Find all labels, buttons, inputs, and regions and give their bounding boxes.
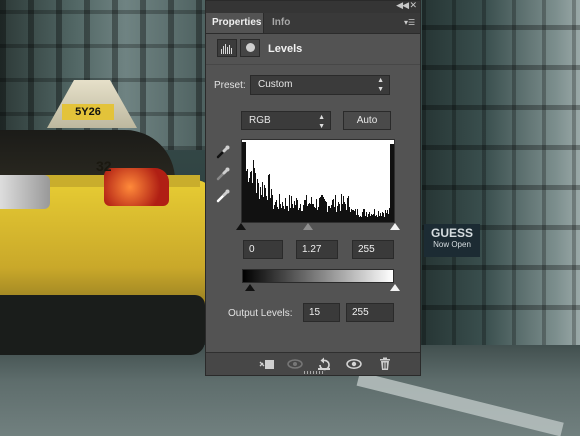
auto-button[interactable]: Auto <box>343 111 391 130</box>
output-black-field[interactable]: 15 <box>303 303 340 322</box>
output-levels-slider[interactable] <box>241 284 400 294</box>
black-output-handle[interactable] <box>245 284 255 291</box>
preset-select[interactable]: Custom ▲ ▼ <box>250 75 390 95</box>
taxi-bumper <box>0 295 205 355</box>
store-sign: GUESS Now Open <box>424 224 480 257</box>
channel-value: RGB <box>249 115 271 126</box>
tab-info[interactable]: Info <box>266 13 300 33</box>
reset-icon[interactable] <box>315 356 333 372</box>
output-levels-label: Output Levels: <box>228 308 293 319</box>
adjustment-title: Levels <box>268 43 303 55</box>
trash-icon[interactable] <box>376 356 394 372</box>
panel-menu-icon[interactable]: ▾☰ <box>404 18 416 27</box>
input-levels-slider[interactable] <box>236 223 400 233</box>
taxi-roof-plate: 5Y26 <box>62 104 114 120</box>
taxi-left-light <box>0 175 50 209</box>
panel-topbar[interactable]: ◀◀ ✕ <box>206 0 420 13</box>
resize-grip[interactable] <box>304 371 324 374</box>
visibility-eye-icon[interactable] <box>345 356 363 372</box>
output-gradient <box>242 269 394 283</box>
taxi-tail-light <box>104 168 169 206</box>
store-sign-title: GUESS <box>430 226 473 240</box>
adjustment-header: Levels <box>206 34 420 65</box>
black-point-eyedropper-icon[interactable] <box>215 144 231 160</box>
view-previous-state-icon[interactable] <box>286 356 304 372</box>
white-point-eyedropper-icon[interactable] <box>215 188 231 204</box>
panel-tabs: Properties Info ▾☰ <box>206 13 420 34</box>
select-arrows-icon: ▲ ▼ <box>377 77 384 93</box>
taxi-number: 32 <box>96 158 112 174</box>
input-black-field[interactable]: 0 <box>243 240 283 259</box>
gray-point-eyedropper-icon[interactable] <box>215 166 231 182</box>
properties-panel: ◀◀ ✕ Properties Info ▾☰ Levels Preset: C… <box>205 0 421 376</box>
building-right <box>422 0 580 350</box>
channel-select[interactable]: RGB ▲ ▼ <box>241 111 331 130</box>
histogram <box>241 139 395 223</box>
preset-label: Preset: <box>214 80 246 91</box>
preset-value: Custom <box>258 79 293 90</box>
panel-footer <box>206 352 420 375</box>
collapse-icon[interactable]: ◀◀ <box>396 0 409 11</box>
levels-histogram-icon[interactable] <box>217 39 237 57</box>
mask-icon[interactable] <box>240 39 260 57</box>
clip-to-layer-icon[interactable] <box>258 356 276 372</box>
black-input-handle[interactable] <box>236 223 246 230</box>
gamma-input-handle[interactable] <box>303 223 313 230</box>
input-white-field[interactable]: 255 <box>352 240 394 259</box>
white-input-handle[interactable] <box>390 223 400 230</box>
input-gamma-field[interactable]: 1.27 <box>296 240 338 259</box>
select-arrows-icon: ▲ ▼ <box>318 114 325 130</box>
tab-properties[interactable]: Properties <box>206 13 264 33</box>
close-icon[interactable]: ✕ <box>409 0 417 11</box>
output-white-field[interactable]: 255 <box>346 303 394 322</box>
store-sign-subtitle: Now Open <box>433 240 471 249</box>
white-output-handle[interactable] <box>390 284 400 291</box>
